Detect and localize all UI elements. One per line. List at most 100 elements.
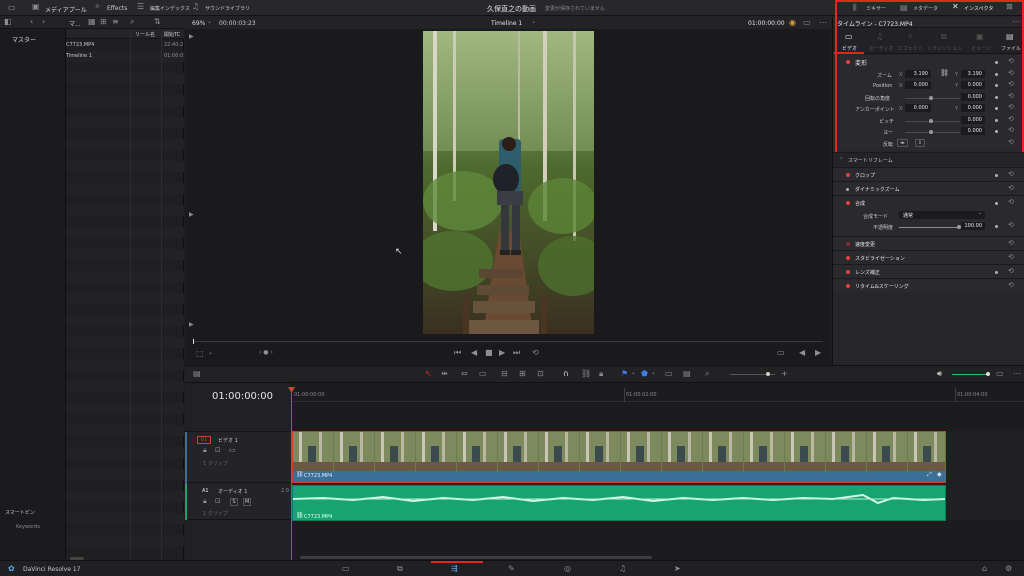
section-enable-toggle[interactable]: [846, 284, 850, 288]
back-arrow-icon[interactable]: ‹: [30, 18, 33, 26]
reset-icon[interactable]: ⟲: [1008, 198, 1014, 206]
edit-index-icon[interactable]: ☰: [137, 3, 144, 11]
play-reverse-icon[interactable]: ◀: [471, 349, 477, 357]
keyframe-dot[interactable]: [995, 202, 998, 205]
sound-library-button[interactable]: サウンドライブラリ: [205, 5, 250, 12]
deliver-page-icon[interactable]: ➤: [674, 565, 681, 573]
edit-index-button[interactable]: 編集インデックス: [150, 5, 190, 12]
search-icon[interactable]: ⌕: [130, 18, 134, 26]
stop-icon[interactable]: ■: [485, 349, 493, 357]
reset-icon[interactable]: ⟲: [1008, 184, 1014, 192]
track-visibility-icon[interactable]: ▭: [229, 447, 236, 454]
zoom-in-icon[interactable]: +: [781, 370, 788, 378]
grid-view-icon[interactable]: ⊞: [100, 18, 107, 26]
go-to-end-icon[interactable]: ⏭: [513, 349, 520, 357]
timeline-zoom-knob[interactable]: [766, 372, 770, 376]
chevron-down-icon[interactable]: ⌄: [208, 350, 213, 356]
reset-icon[interactable]: ⟲: [1008, 239, 1014, 247]
video-track-header[interactable]: V1 ビデオ 1 🔒︎ ⊡ ▭ 1 クリップ: [185, 431, 292, 484]
thumbnail-view-icon[interactable]: ▦: [88, 18, 96, 26]
solo-button[interactable]: S: [230, 498, 238, 506]
overwrite-clip-icon[interactable]: ⊞: [519, 370, 526, 378]
viewer-mode-icon[interactable]: ▭: [803, 19, 811, 27]
go-to-start-icon[interactable]: ⏮: [454, 349, 461, 357]
scrub-bar[interactable]: [193, 341, 823, 342]
settings-gear-icon[interactable]: ⚙: [1005, 565, 1012, 573]
keyframe-dot[interactable]: [995, 174, 998, 177]
zoom-custom-icon[interactable]: ⌕: [705, 370, 709, 378]
timeline-scrollbar[interactable]: [300, 556, 652, 559]
media-pool-button[interactable]: メディアプール: [45, 5, 87, 14]
keywords-bin[interactable]: Keywords: [16, 524, 40, 530]
jog-control-icon[interactable]: ‹ ● ›: [259, 350, 273, 356]
media-clip-row[interactable]: Timeline 1 01:00:0: [66, 51, 184, 62]
volume-knob[interactable]: [986, 372, 990, 376]
zoom-detail-icon[interactable]: ▤: [683, 370, 691, 378]
auto-select-icon[interactable]: ⊡: [215, 447, 221, 454]
crop-section[interactable]: クロップ ⟲: [833, 167, 1024, 181]
prev-frame-icon[interactable]: ◀: [799, 349, 805, 357]
track-id-v1[interactable]: V1: [197, 436, 211, 444]
stabilization-section[interactable]: スタビライゼーション ⟲: [833, 250, 1024, 264]
chevron-down-icon[interactable]: ⌄: [631, 370, 636, 376]
color-page-icon[interactable]: ◎: [564, 565, 571, 573]
blade-tool-icon[interactable]: ▭: [479, 370, 487, 378]
sort-icon[interactable]: ⇅: [154, 18, 161, 26]
effects-icon[interactable]: ✧: [94, 3, 101, 11]
forward-arrow-icon[interactable]: ›: [42, 18, 45, 26]
play-icon[interactable]: ▶: [499, 349, 505, 357]
timeline-timecode[interactable]: 01:00:00:00: [212, 391, 273, 402]
insert-clip-icon[interactable]: ⊟: [501, 370, 508, 378]
section-enable-toggle[interactable]: [846, 201, 850, 205]
section-enable-toggle[interactable]: [846, 173, 850, 177]
section-enable-toggle[interactable]: [846, 256, 850, 260]
chevron-down-icon[interactable]: ⌄: [651, 370, 656, 376]
list-view-icon[interactable]: ≡: [112, 18, 119, 26]
trim-tool-icon[interactable]: ⇹: [441, 370, 448, 378]
master-bin[interactable]: マスター: [12, 35, 36, 44]
section-enable-toggle[interactable]: [846, 242, 850, 246]
zoom-full-icon[interactable]: ▭: [665, 370, 673, 378]
fusion-page-icon[interactable]: ✎: [508, 565, 515, 573]
selection-tool-icon[interactable]: ↖: [425, 370, 432, 378]
monitor-icon[interactable]: ▭: [8, 4, 16, 12]
panel-toggle-icon[interactable]: ◧: [4, 18, 12, 26]
sound-library-icon[interactable]: ♫: [192, 3, 199, 11]
snapping-icon[interactable]: ∩: [563, 370, 569, 378]
media-clip-row[interactable]: C7723.MP4 22:40:2: [66, 40, 184, 51]
timeline-ruler[interactable]: 01:00:00:00 01:00:02:00 01:00:04:00: [292, 388, 1024, 402]
keyframe-dot[interactable]: [995, 225, 998, 228]
reset-icon[interactable]: ⟲: [1008, 221, 1014, 229]
audio-track-header[interactable]: A1 オーディオ 1 2.0 🔒︎ ⊡ S M 1 クリップ: [185, 484, 292, 520]
reset-icon[interactable]: ⟲: [1008, 281, 1014, 289]
section-enable-toggle[interactable]: [846, 188, 849, 191]
col-reel-name[interactable]: リール名: [135, 31, 155, 38]
chevron-down-icon[interactable]: ⌄: [531, 19, 536, 25]
chevron-down-icon[interactable]: ⌄: [207, 19, 212, 25]
lock-icon[interactable]: 🔒︎: [203, 498, 207, 505]
timeline-selector[interactable]: Timeline 1: [491, 20, 522, 27]
media-pool-icon[interactable]: ▣: [32, 3, 40, 11]
volume-slider[interactable]: [952, 374, 990, 375]
more-options-icon[interactable]: ⋯: [819, 19, 827, 27]
source-timecode[interactable]: 00:00:03:23: [219, 20, 256, 27]
opacity-field[interactable]: 100.00: [961, 222, 985, 230]
cut-page-icon[interactable]: ⧉: [397, 565, 403, 573]
loop-icon[interactable]: ⟲: [532, 349, 539, 357]
track-id-a1[interactable]: A1: [202, 488, 209, 494]
auto-select-icon[interactable]: ⊡: [215, 498, 221, 505]
reset-icon[interactable]: ⟲: [1008, 253, 1014, 261]
timeline-playhead[interactable]: [288, 387, 295, 560]
speed-change-section[interactable]: 速度変更 ⟲: [833, 236, 1024, 250]
mute-button[interactable]: M: [243, 498, 251, 506]
color-icon[interactable]: ◉: [789, 19, 796, 27]
record-timecode[interactable]: 01:00:00:00: [748, 20, 785, 27]
col-start-tc[interactable]: 開始TC: [164, 31, 180, 38]
section-label[interactable]: 合成: [855, 200, 865, 207]
effects-button[interactable]: Effects: [107, 5, 127, 12]
smart-reframe-section[interactable]: › スマートリフレーム: [833, 152, 1024, 166]
aspect-icon[interactable]: ⬚: [196, 350, 204, 358]
next-frame-icon[interactable]: ▶: [815, 349, 821, 357]
retime-scaling-section[interactable]: リタイム&スケーリング ⟲: [833, 278, 1024, 292]
more-options-icon[interactable]: ⋯: [1013, 370, 1021, 378]
